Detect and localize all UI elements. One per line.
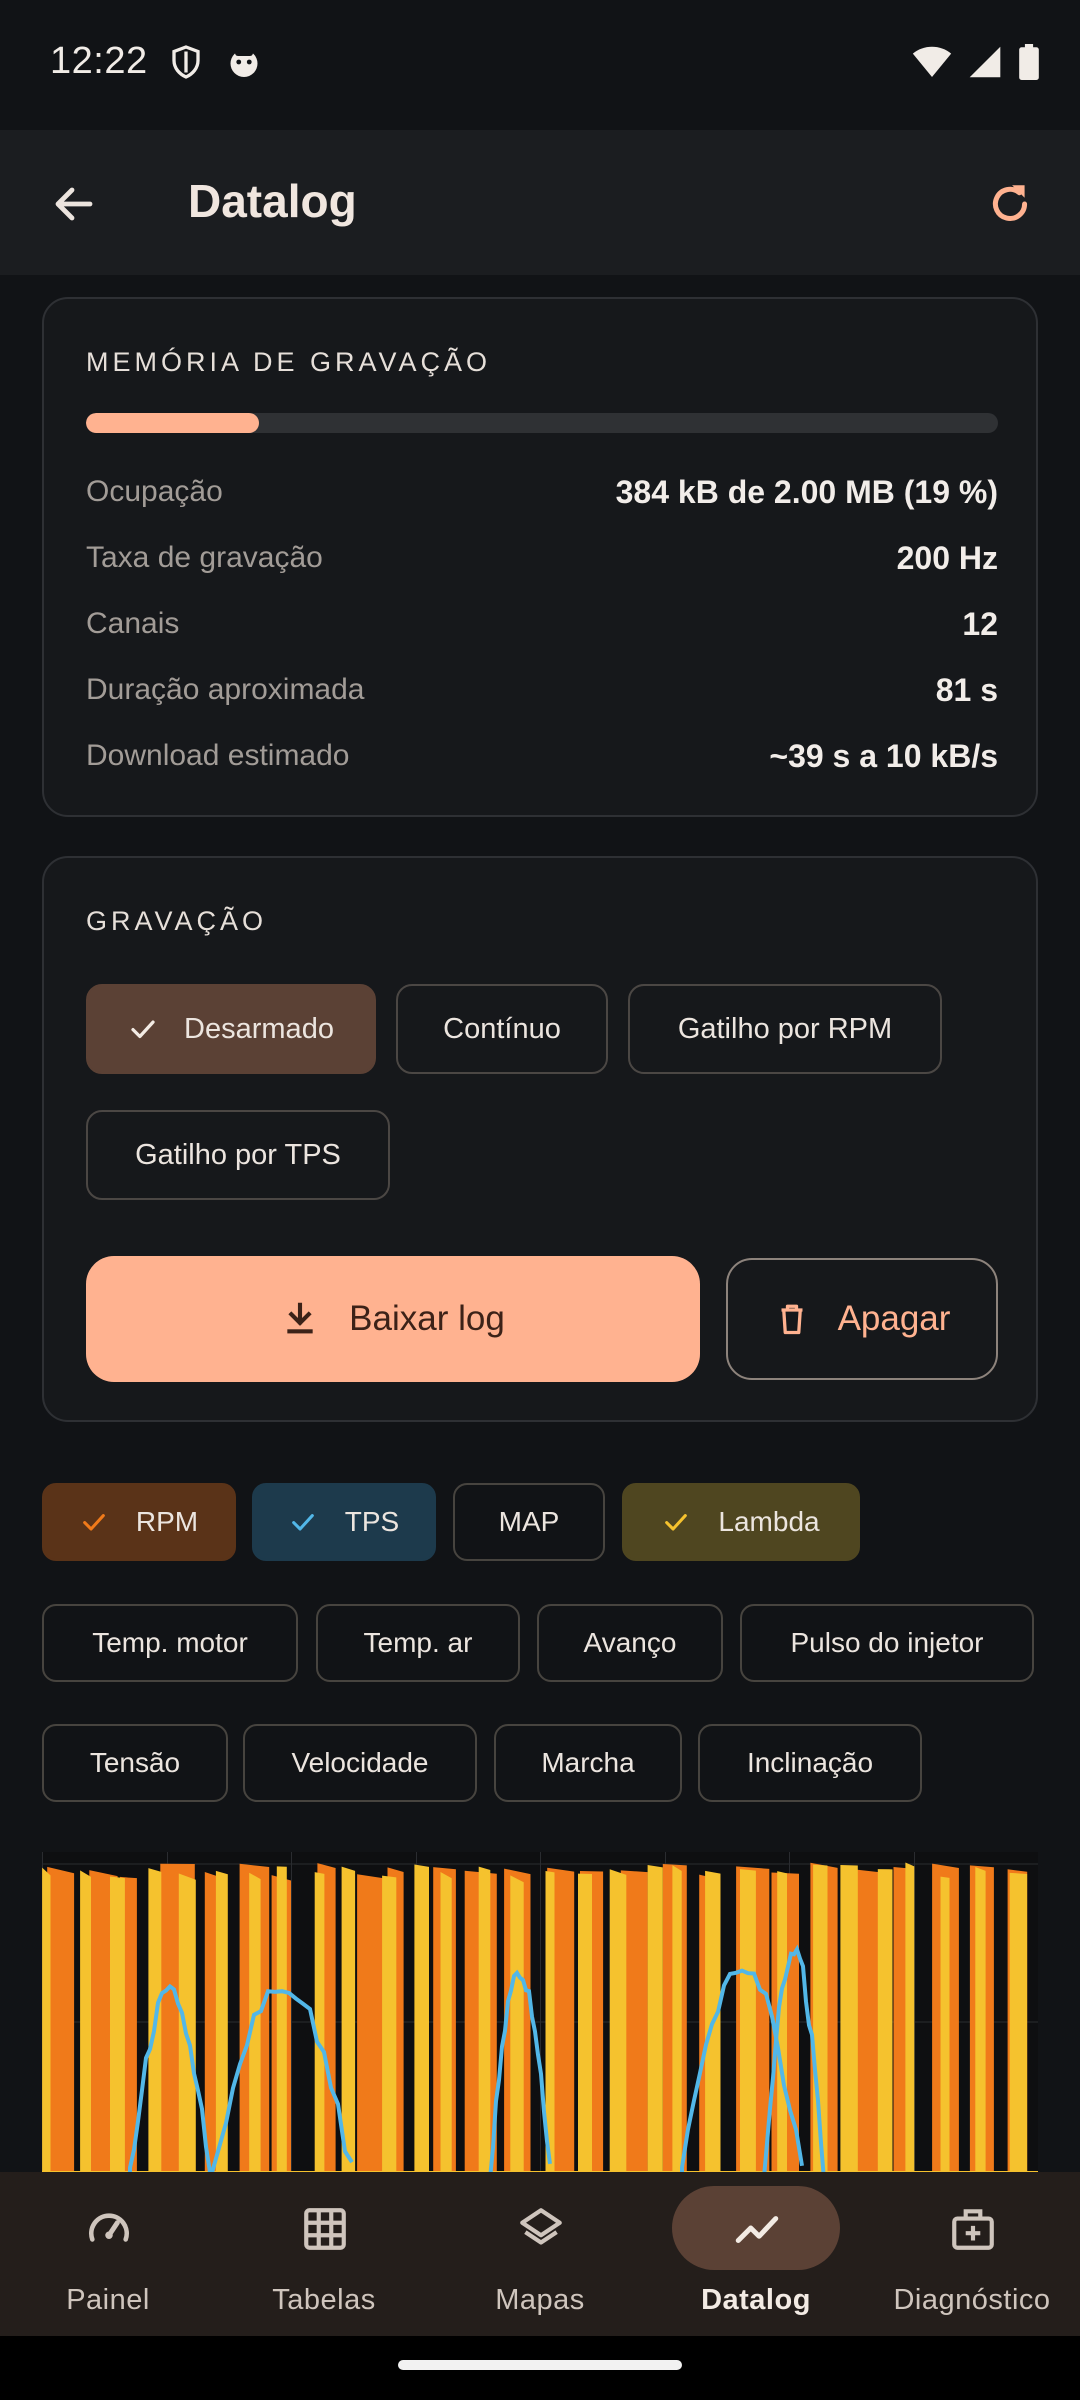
memory-row-duration: Duração aproximada 81 s [86,665,998,715]
kv-label: Duração aproximada [86,673,365,706]
channel-chip-label: Avanço [583,1627,677,1658]
download-log-label: Baixar log [349,1299,505,1338]
memory-row-occupancy: Ocupação 384 kB de 2.00 MB (19 %) [86,467,998,517]
trash-icon [781,1304,803,1335]
refresh-icon [993,185,1028,221]
refresh-button[interactable] [976,170,1044,238]
chart-line-icon [735,2216,779,2243]
datalog-chart[interactable] [42,1852,1038,2172]
channel-chip-voltage[interactable]: Tensão [42,1724,228,1802]
kv-value: 12 [962,605,998,642]
datalog-chart-svg [42,1852,1038,2172]
recording-card: GRAVAÇÃO Desarmado Contínuo Gatilho por … [42,856,1038,1422]
status-time: 12:22 [50,40,148,82]
layers-icon [520,2208,562,2245]
channel-chip-label: Temp. ar [363,1627,473,1658]
bottom-navigation: Painel Tabelas Mapas Datalog Diagnóstico [0,2172,1080,2336]
channel-chip-label: Pulso do injetor [790,1627,984,1658]
channel-chip-speed[interactable]: Velocidade [243,1724,477,1802]
mode-chip-label: Gatilho por TPS [135,1138,341,1171]
nav-label: Diagnóstico [893,2284,1051,2316]
battery-icon [1019,44,1039,80]
status-bar: 12:22 [0,0,1080,130]
memory-row-channels: Canais 12 [86,599,998,649]
check-icon [665,1514,688,1531]
gauge-icon [89,2213,129,2242]
channel-chip-tilt[interactable]: Inclinação [698,1724,922,1802]
download-icon [287,1302,313,1334]
mode-chip-tps-trigger[interactable]: Gatilho por TPS [86,1110,390,1200]
channel-chip-engine-temp[interactable]: Temp. motor [42,1604,298,1682]
grid-icon [304,2208,346,2250]
memory-row-download: Download estimado ~39 s a 10 kB/s [86,731,998,781]
channel-chip-injector-pulse[interactable]: Pulso do injetor [740,1604,1034,1682]
wifi-icon [912,46,952,77]
channel-chip-gear[interactable]: Marcha [494,1724,682,1802]
nav-item-mapas[interactable]: Mapas [432,2172,648,2336]
check-icon [83,1514,105,1531]
delete-log-label: Apagar [837,1299,951,1338]
channel-chip-map[interactable]: MAP [453,1483,605,1561]
mode-chip-label: Gatilho por RPM [677,1012,893,1045]
memory-usage-fill [86,413,260,433]
channel-chip-label: RPM [135,1506,199,1537]
download-log-button[interactable]: Baixar log [86,1256,700,1382]
channel-chip-label: Velocidade [291,1747,429,1778]
kv-value: ~39 s a 10 kB/s [769,737,998,774]
back-button[interactable] [42,172,106,236]
channel-chip-lambda[interactable]: Lambda [622,1483,860,1561]
shield-icon [172,45,200,79]
nav-label: Painel [66,2284,150,2316]
kv-label: Ocupação [86,475,223,508]
kv-value: 384 kB de 2.00 MB (19 %) [615,473,998,510]
channel-chip-advance[interactable]: Avanço [537,1604,723,1682]
channel-chip-label: Marcha [541,1747,635,1778]
mode-chip-continuous[interactable]: Contínuo [396,984,608,1074]
nav-item-painel[interactable]: Painel [0,2172,216,2336]
bug-icon [230,50,258,77]
recording-card-title: GRAVAÇÃO [86,906,268,936]
channel-chip-label: Inclinação [746,1747,874,1778]
kv-label: Canais [86,607,180,640]
gesture-handle[interactable] [398,2360,682,2370]
channel-chip-label: TPS [344,1506,400,1537]
nav-label: Tabelas [272,2284,376,2316]
nav-label: Datalog [701,2284,811,2316]
nav-item-datalog[interactable]: Datalog [648,2172,864,2336]
memory-card-title: MEMÓRIA DE GRAVAÇÃO [86,347,492,377]
nav-label: Mapas [495,2284,585,2316]
memory-row-rate: Taxa de gravação 200 Hz [86,533,998,583]
kv-label: Download estimado [86,739,350,772]
channel-chip-rpm[interactable]: RPM [42,1483,236,1561]
memory-card: MEMÓRIA DE GRAVAÇÃO Ocupação 384 kB de 2… [42,297,1038,817]
gesture-bar-area [0,2336,1080,2400]
nav-item-tabelas[interactable]: Tabelas [216,2172,432,2336]
kv-label: Taxa de gravação [86,541,323,574]
nav-item-diagnostico[interactable]: Diagnóstico [864,2172,1080,2336]
kv-value: 200 Hz [896,539,998,576]
mode-chip-disarmed[interactable]: Desarmado [86,984,376,1074]
kv-value: 81 s [935,671,998,708]
channel-chip-tps[interactable]: TPS [252,1483,436,1561]
status-right-icons [912,44,1040,80]
mode-chip-label: Contínuo [443,1012,561,1045]
channel-chip-label: Lambda [718,1506,820,1537]
top-app-bar: Datalog [0,130,1080,275]
check-icon [131,1020,155,1039]
arrow-back-icon [55,187,93,221]
mode-chip-label: Desarmado [184,1012,334,1045]
mode-chip-rpm-trigger[interactable]: Gatilho por RPM [628,984,942,1074]
medical-kit-icon [952,2209,994,2250]
signal-icon [969,46,1001,78]
memory-usage-bar [86,413,998,433]
channel-chip-label: Tensão [89,1747,181,1778]
channel-chip-air-temp[interactable]: Temp. ar [316,1604,520,1682]
check-icon [291,1514,314,1531]
delete-log-button[interactable]: Apagar [726,1258,998,1380]
channel-chip-label: Temp. motor [92,1627,248,1658]
page-title: Datalog [188,175,357,227]
channel-chip-label: MAP [498,1506,560,1537]
